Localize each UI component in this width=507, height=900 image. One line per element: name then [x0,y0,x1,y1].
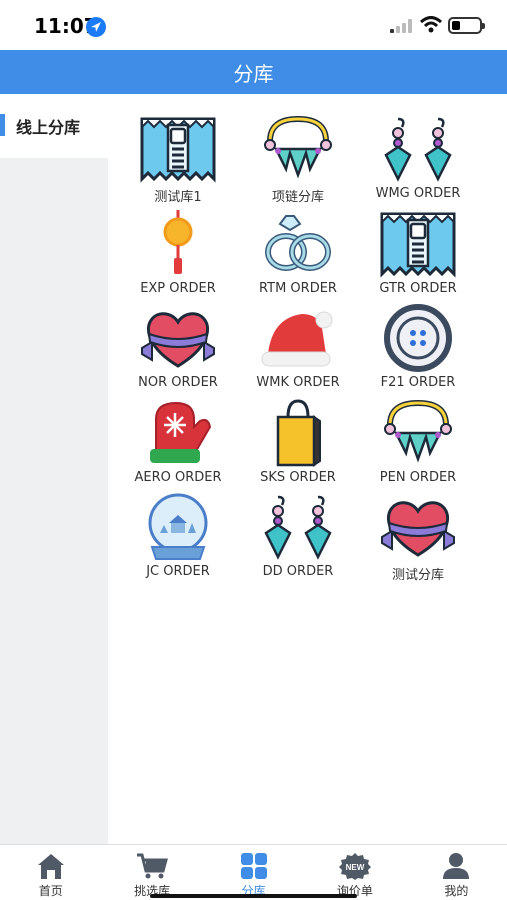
warehouse-name: 测试分库 [391,568,444,583]
warehouse-name: SKS ORDER [260,469,336,485]
warehouse-item[interactable]: SKS ORDER [238,398,358,493]
tab-label: 首页 [38,884,63,898]
warehouse-name: 测试库1 [154,190,202,205]
warehouse-name: EXP ORDER [140,280,216,296]
warehouse-item[interactable]: NOR ORDER [118,303,238,398]
santa-hat-icon [258,303,338,373]
content-panel: 测试库1 项链分库 WMG ORDER EXP ORDER RTM ORDER [108,94,507,844]
status-bar: 11:07 [0,0,507,50]
warehouse-item[interactable]: WMG ORDER [358,114,478,209]
tab-bar: 首页 挑选库 分库 NEW 询价单 我的 [0,844,507,900]
cart-icon [135,851,169,881]
warehouse-item[interactable]: WMK ORDER [238,303,358,398]
cellular-signal-icon [390,19,414,38]
sidebar-item-label: 线上分库 [16,118,81,137]
user-icon [439,851,473,881]
warehouse-name: 项链分库 [271,190,324,205]
button-icon [378,303,458,373]
snow-globe-icon [138,492,218,562]
wifi-icon [419,16,443,39]
warehouse-item[interactable]: RTM ORDER [238,209,358,304]
warehouse-name: NOR ORDER [138,375,218,390]
zipper-icon [138,114,218,184]
warehouse-item[interactable]: DD ORDER [238,492,358,587]
warehouse-name: GTR ORDER [379,280,457,296]
sidebar: 线上分库 [0,94,108,844]
warehouse-name: WMK ORDER [256,375,340,390]
warehouse-name: AERO ORDER [134,469,222,485]
warehouse-item[interactable]: PEN ORDER [358,398,478,493]
tab-cart[interactable]: 挑选库 [101,845,202,900]
page-title: 分库 [233,61,274,86]
heart-icon [138,303,218,373]
sidebar-item-online-warehouse[interactable]: 线上分库 [0,94,108,158]
battery-icon [448,17,485,34]
tab-new-badge[interactable]: NEW 询价单 [304,845,405,900]
warehouse-item[interactable]: EXP ORDER [118,209,238,304]
warehouse-item[interactable]: 测试库1 [118,114,238,209]
warehouse-name: RTM ORDER [259,280,337,296]
warehouse-item[interactable]: 测试分库 [358,492,478,587]
screen: 11:07 分库 线上分库 测试库1 项链分库 WMG ORDER EXP OR… [0,0,507,900]
location-icon [86,17,106,37]
earrings-icon [258,492,338,562]
tab-grid[interactable]: 分库 [203,845,304,900]
zipper-icon [378,209,458,279]
warehouse-item[interactable]: AERO ORDER [118,398,238,493]
warehouse-item[interactable]: 项链分库 [238,114,358,209]
warehouse-item[interactable]: F21 ORDER [358,303,478,398]
coin-charm-icon [138,209,218,279]
warehouse-grid: 测试库1 项链分库 WMG ORDER EXP ORDER RTM ORDER [118,114,498,587]
tab-home[interactable]: 首页 [0,845,101,900]
heart-icon [378,492,458,562]
shopping-bag-icon [258,398,338,468]
mitten-icon [138,398,218,468]
svg-text:NEW: NEW [346,863,365,872]
warehouse-item[interactable]: GTR ORDER [358,209,478,304]
new-badge-icon: NEW [338,851,372,881]
warehouse-name: PEN ORDER [379,469,457,485]
warehouse-name: DD ORDER [262,564,334,579]
necklace-icon [258,114,338,184]
necklace-icon [378,398,458,468]
rings-icon [258,209,338,279]
grid-icon [237,851,271,881]
warehouse-name: F21 ORDER [380,375,456,390]
warehouse-item[interactable]: JC ORDER [118,492,238,587]
home-indicator [150,894,357,898]
active-indicator [0,114,5,136]
warehouse-name: WMG ORDER [375,186,461,201]
home-icon [34,851,68,881]
earrings-icon [378,114,458,184]
tab-user[interactable]: 我的 [406,845,507,900]
warehouse-name: JC ORDER [146,564,210,579]
tab-label: 我的 [444,884,469,898]
nav-header: 分库 [0,50,507,94]
